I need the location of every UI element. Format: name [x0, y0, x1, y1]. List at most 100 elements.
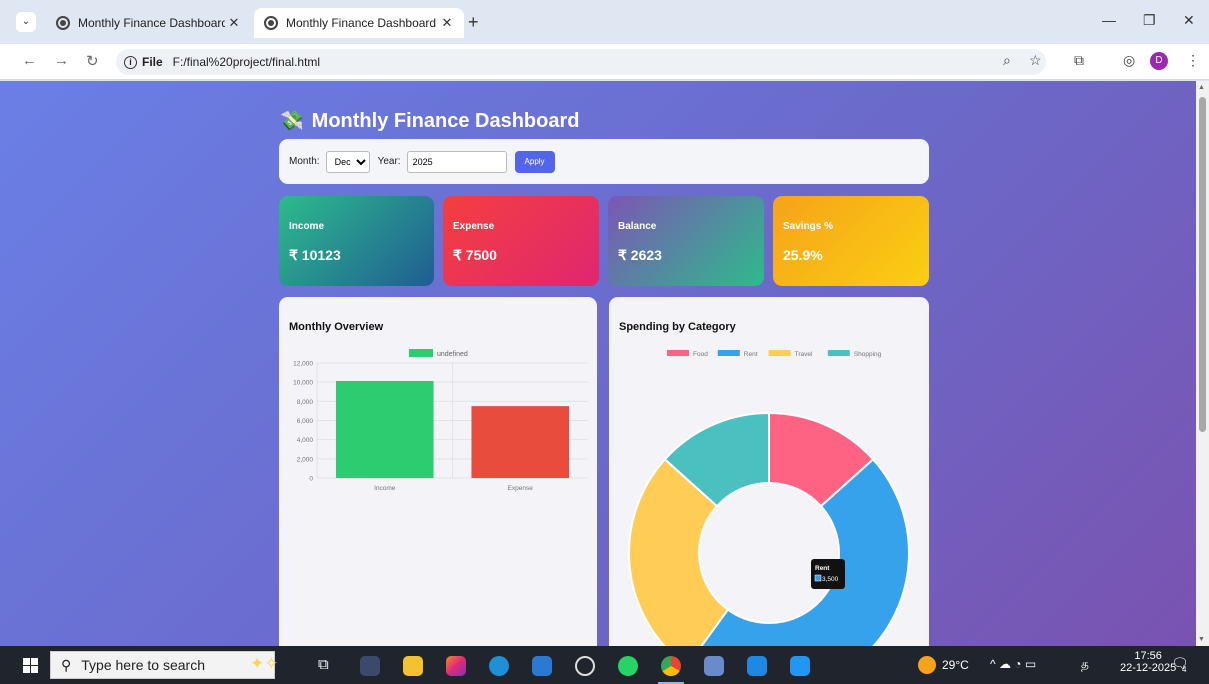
instagram-icon[interactable] [446, 656, 466, 676]
money-with-wings-icon: 💸 [280, 111, 304, 132]
apply-button[interactable]: Apply [514, 150, 555, 173]
close-icon[interactable]: ✕ [438, 15, 456, 31]
expense-card: Expense ₹ 7500 [443, 196, 599, 286]
tab-strip: ⌄ Monthly Finance Dashboard ✕ Monthly Fi… [0, 0, 1209, 44]
balance-value: ₹ 2623 [618, 247, 662, 263]
bar-income [335, 380, 434, 478]
tab-search-button[interactable]: ⌄ [16, 12, 36, 32]
vscode-icon[interactable] [747, 656, 767, 676]
legend-label: undefined [437, 351, 468, 358]
new-tab-button[interactable]: + [468, 12, 479, 33]
filter-bar: Month: Dec Year: Apply [279, 139, 929, 184]
year-input[interactable] [406, 150, 507, 173]
eclipse-icon[interactable] [360, 656, 380, 676]
tooltip-value: 3,500 [822, 576, 839, 583]
tooltip-box [811, 559, 845, 589]
windows-start-icon[interactable] [23, 658, 38, 673]
language-indicator[interactable]: த [1081, 657, 1089, 673]
chatgpt-icon[interactable] [575, 656, 595, 676]
y-tick-label: 0 [309, 476, 313, 483]
notepad-icon[interactable] [704, 656, 724, 676]
mail-icon[interactable] [532, 656, 552, 676]
scroll-up-icon[interactable]: ▲ [1198, 84, 1205, 91]
y-tick-label: 12,000 [293, 361, 313, 368]
y-tick-label: 10,000 [293, 380, 313, 387]
page-viewport: 💸 Monthly Finance Dashboard Month: Dec Y… [0, 81, 1209, 646]
weather-icon[interactable] [918, 656, 936, 674]
legend-swatch-food [667, 350, 689, 356]
scroll-down-icon[interactable]: ▼ [1198, 636, 1205, 643]
extensions-icon[interactable]: ⧉ [1074, 52, 1084, 69]
expense-value: ₹ 7500 [453, 247, 497, 263]
x-tick-label: Expense [508, 485, 534, 492]
tooltip-label: Rent [815, 565, 830, 572]
scrollbar-thumb[interactable] [1199, 97, 1206, 432]
edge-icon[interactable] [489, 656, 509, 676]
balance-card: Balance ₹ 2623 [608, 196, 764, 286]
info-icon[interactable]: i [124, 55, 137, 69]
close-icon[interactable]: ✕ [225, 15, 243, 31]
address-bar[interactable]: i File F:/final%20project/final.html [116, 49, 1046, 75]
close-window-button[interactable]: ✕ [1183, 12, 1195, 29]
month-select[interactable]: Dec [325, 150, 370, 173]
income-card: Income ₹ 10123 [279, 196, 434, 286]
clock-time: 17:56 [1134, 650, 1162, 662]
monthly-overview-chart[interactable]: undefined 12,000 10,000 8,000 6,000 4,000 2,00… [279, 297, 597, 646]
tab-title: Monthly Finance Dashboard [286, 16, 437, 30]
forward-button[interactable]: → [54, 52, 69, 69]
legend-label-shopping: Shopping [854, 351, 882, 358]
income-value: ₹ 10123 [289, 247, 341, 263]
file-explorer-icon[interactable] [403, 656, 423, 676]
temperature[interactable]: 29°C [942, 658, 969, 672]
back-button[interactable]: ← [22, 52, 37, 69]
year-label: Year: [377, 156, 401, 167]
tab-inactive[interactable]: Monthly Finance Dashboard ✕ [46, 8, 251, 38]
tooltip-swatch [814, 574, 822, 582]
legend-swatch-shopping [827, 350, 850, 356]
spending-category-panel: Spending by Category Food Rent Travel Shopp… [609, 297, 929, 646]
minimize-button[interactable]: — [1102, 12, 1116, 28]
taskbar: ⚲ Type here to search ✦✧ ⧉ 29°C ^ ☁ ◔ ▭ … [0, 646, 1209, 684]
page-scrollbar[interactable]: ▲ ▼ [1196, 81, 1209, 646]
y-tick-label: 2,000 [297, 456, 314, 463]
notification-count: 4 [1182, 665, 1187, 674]
reload-button[interactable]: ↻ [86, 52, 99, 70]
tray-icons[interactable]: ^ ☁ ◔ ▭ [990, 657, 1036, 671]
bar-expense [471, 406, 570, 478]
tab-title: Monthly Finance Dashboard [78, 16, 225, 30]
restore-button[interactable]: ❐ [1143, 12, 1156, 29]
month-label: Month: [289, 156, 320, 167]
bookmark-star-icon[interactable]: ☆ [1029, 52, 1042, 69]
globe-icon [264, 16, 278, 30]
performance-icon[interactable]: ◎ [1123, 52, 1135, 69]
chrome-icon[interactable] [661, 656, 681, 676]
income-label: Income [289, 221, 325, 232]
taskbar-search[interactable]: ⚲ Type here to search [50, 651, 275, 679]
legend-swatch-travel [768, 350, 791, 356]
page-title-text: Monthly Finance Dashboard [311, 109, 580, 132]
monthly-overview-panel: Monthly Overview undefined 12,000 10,000 8,… [279, 297, 597, 646]
search-icon: ⚲ [61, 656, 72, 673]
sparkle-icon[interactable]: ✦✧ [250, 654, 279, 674]
whatsapp-icon[interactable] [618, 656, 638, 676]
clock[interactable]: 17:56 22-12-2025 [1120, 650, 1176, 674]
legend-swatch-rent [717, 350, 740, 356]
spending-category-chart[interactable]: Food Rent Travel Shopping Rent 3,500 [609, 297, 929, 646]
vscode-icon[interactable] [790, 656, 810, 676]
page-title: 💸 Monthly Finance Dashboard [280, 109, 579, 133]
menu-kebab-icon[interactable]: ⋮ [1186, 52, 1200, 69]
task-view-icon[interactable]: ⧉ [318, 656, 329, 673]
zoom-icon[interactable]: ⌕ [1003, 52, 1011, 69]
tab-active[interactable]: Monthly Finance Dashboard ✕ [254, 8, 464, 38]
taskbar-search-placeholder: Type here to search [81, 657, 206, 673]
clock-date: 22-12-2025 [1120, 662, 1177, 674]
url-scheme: File [142, 55, 163, 69]
profile-avatar[interactable]: D [1150, 52, 1168, 70]
legend-swatch [409, 349, 433, 357]
y-tick-label: 8,000 [297, 399, 314, 406]
expense-label: Expense [453, 221, 495, 232]
y-tick-label: 6,000 [297, 418, 314, 425]
legend-label-travel: Travel [795, 351, 813, 358]
savings-label: Savings % [783, 221, 834, 232]
x-tick-label: Income [374, 485, 396, 492]
